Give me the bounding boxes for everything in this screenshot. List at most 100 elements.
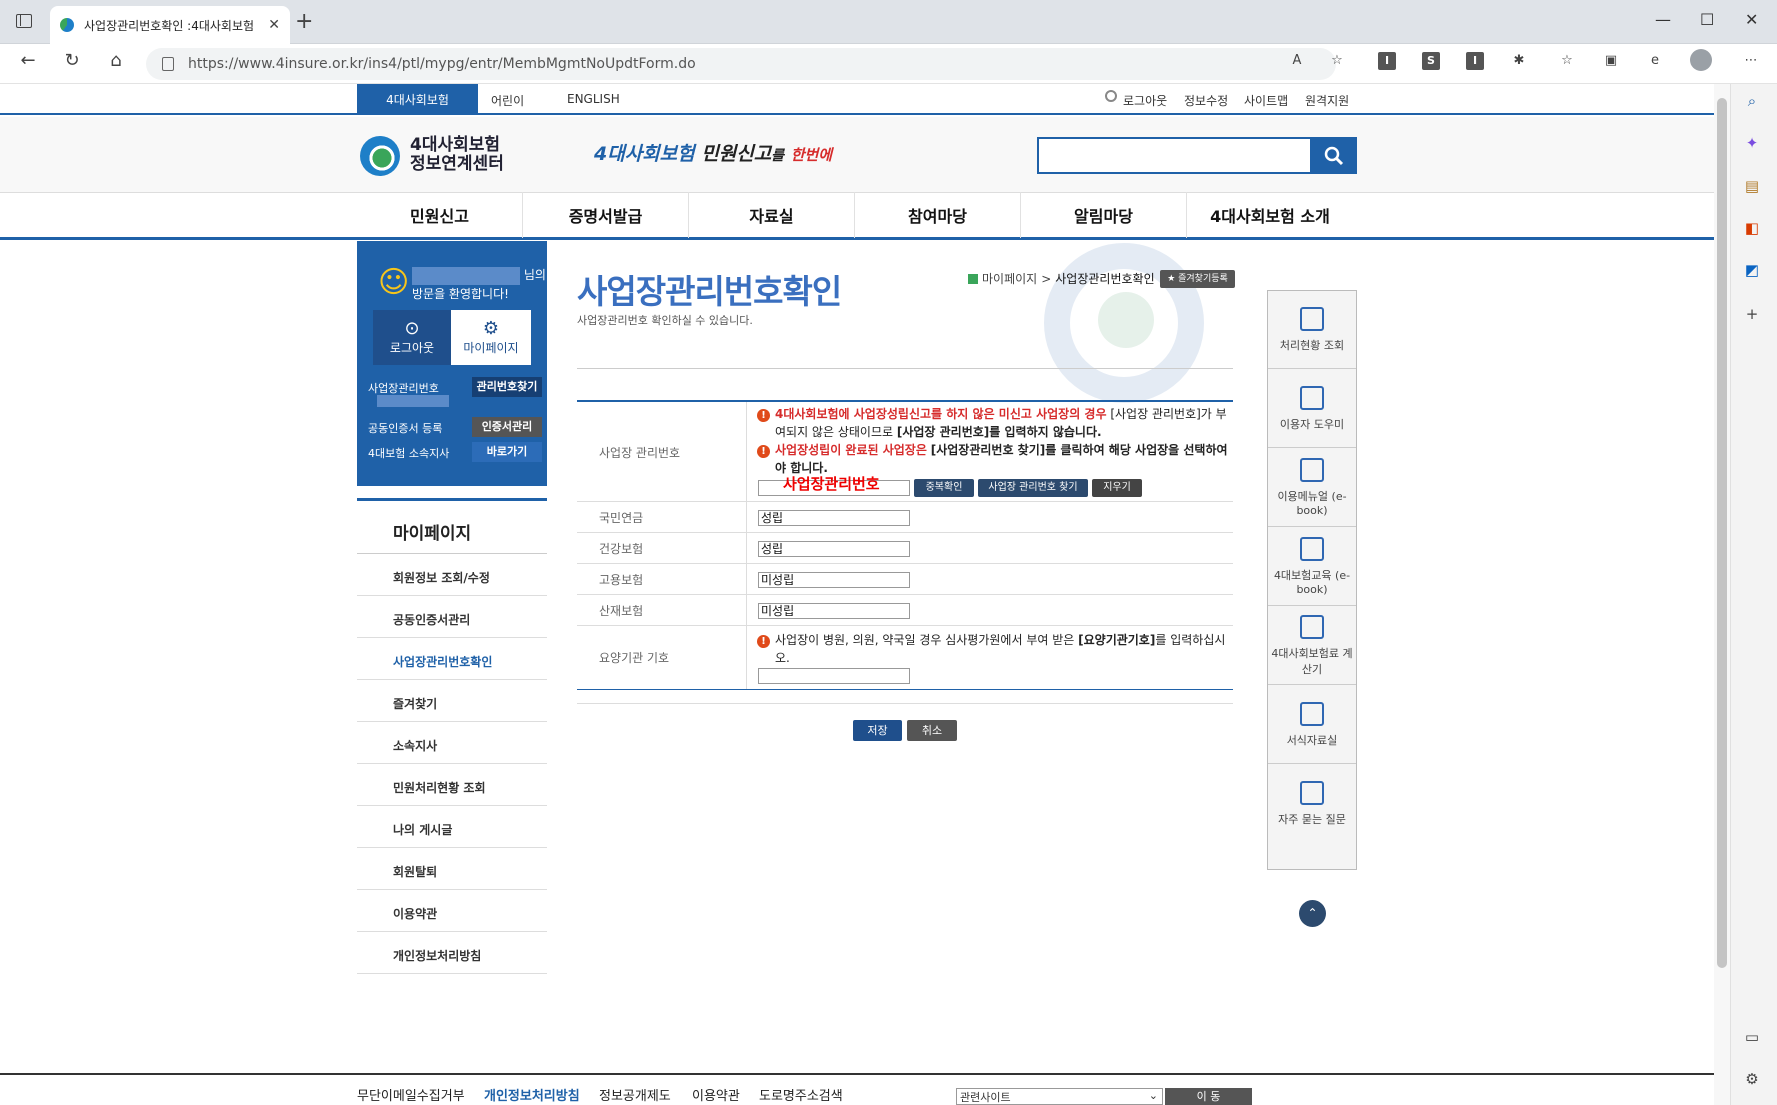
- copilot-icon[interactable]: ✦: [1741, 132, 1763, 154]
- slogan: 4대사회보험 민원신고를 한번에: [594, 139, 832, 166]
- watermark-center: [1098, 292, 1154, 348]
- dup-check-button[interactable]: 중복확인: [914, 479, 974, 497]
- breadcrumb-home-icon[interactable]: [968, 273, 978, 284]
- office-icon[interactable]: ◧: [1741, 217, 1763, 239]
- footer-link-terms[interactable]: 이용약관: [692, 1085, 740, 1104]
- extension-i2-icon[interactable]: I: [1466, 52, 1484, 70]
- footer-link-disclosure[interactable]: 정보공개제도: [599, 1085, 671, 1104]
- lnb-item-privacy[interactable]: 개인정보처리방침: [357, 932, 547, 974]
- lnb-item-bizno[interactable]: 사업장관리번호확인: [357, 638, 547, 680]
- breadcrumb-separator: >: [1041, 271, 1052, 286]
- tab-actions-icon[interactable]: [16, 14, 32, 28]
- util-logout-link[interactable]: 로그아웃: [1123, 92, 1167, 109]
- cancel-button[interactable]: 취소: [907, 720, 957, 741]
- add-favorite-button[interactable]: ★ 즐겨찾기등록: [1160, 270, 1235, 288]
- employment-field[interactable]: 미성립: [758, 572, 910, 588]
- more-icon[interactable]: ⋯: [1742, 52, 1760, 70]
- site-search-button[interactable]: [1310, 137, 1357, 174]
- back-icon[interactable]: ←: [16, 50, 40, 71]
- lnb-item-withdraw[interactable]: 회원탈퇴: [357, 848, 547, 890]
- tools-icon[interactable]: ▤: [1741, 175, 1763, 197]
- go-button[interactable]: 이 동: [1165, 1088, 1252, 1105]
- cert-manage-button[interactable]: 인증서관리: [472, 417, 542, 437]
- quick-faq[interactable]: 자주 묻는 질문: [1268, 765, 1356, 843]
- extensions-icon[interactable]: ✱: [1510, 52, 1528, 70]
- outlook-icon[interactable]: ◩: [1741, 259, 1763, 281]
- url-field[interactable]: https://www.4insure.or.kr/ins4/ptl/mypg/…: [146, 48, 1336, 80]
- brand-tab[interactable]: 4대사회보험: [357, 84, 478, 115]
- masked-username: [412, 266, 520, 285]
- close-window-button[interactable]: ✕: [1745, 10, 1758, 29]
- edge-bar-icon[interactable]: e: [1646, 52, 1664, 70]
- find-bizno-button[interactable]: 관리번호찾기: [472, 377, 542, 397]
- accident-field[interactable]: 미성립: [758, 603, 910, 619]
- lnb-item-favorites[interactable]: 즐겨찾기: [357, 680, 547, 722]
- extension-i-icon[interactable]: I: [1378, 52, 1396, 70]
- gnb-item-civil[interactable]: 민원신고: [357, 192, 523, 238]
- home-icon[interactable]: ⌂: [104, 50, 128, 71]
- gnb-item-notice[interactable]: 알림마당: [1021, 192, 1187, 238]
- lnb-item-status[interactable]: 민원처리현황 조회: [357, 764, 547, 806]
- settings-icon[interactable]: ⚙: [1741, 1068, 1763, 1090]
- related-sites-select[interactable]: 관련사이트 ⌄: [956, 1088, 1163, 1105]
- footer-link-privacy[interactable]: 개인정보처리방침: [484, 1085, 580, 1104]
- save-button[interactable]: 저장: [853, 720, 902, 741]
- english-link[interactable]: ENGLISH: [567, 92, 620, 106]
- search-icon[interactable]: ⌕: [1741, 90, 1763, 112]
- medical-code-input[interactable]: [758, 668, 910, 684]
- breadcrumb-mypage[interactable]: 마이페이지: [982, 270, 1037, 287]
- box-mypage-label: 마이페이지: [463, 341, 519, 355]
- footer-link-email[interactable]: 무단이메일수집거부: [357, 1085, 465, 1104]
- lnb-item-branch[interactable]: 소속지사: [357, 722, 547, 764]
- lnb-item-cert[interactable]: 공동인증서관리: [357, 596, 547, 638]
- pension-field[interactable]: 성립: [758, 510, 910, 526]
- clear-button[interactable]: 지우기: [1092, 479, 1142, 497]
- favorite-add-icon[interactable]: ☆: [1328, 52, 1346, 70]
- quick-calculator[interactable]: 4대사회보험료 계산기: [1268, 607, 1356, 685]
- scroll-thumb[interactable]: [1717, 98, 1727, 968]
- tab-close-icon[interactable]: ✕: [268, 17, 280, 33]
- gnb-item-certificate[interactable]: 증명서발급: [523, 192, 689, 238]
- branch-go-button[interactable]: 바로가기: [472, 442, 542, 462]
- find-bizno-form-button[interactable]: 사업장 관리번호 찾기: [978, 479, 1088, 497]
- read-aloud-icon[interactable]: A: [1288, 52, 1306, 70]
- quick-status[interactable]: 처리현황 조회: [1268, 291, 1356, 369]
- scroll-top-button[interactable]: ⌃: [1299, 900, 1326, 927]
- quick-education-label: 4대보험교육 (e-book): [1273, 569, 1351, 596]
- gnb-item-resources[interactable]: 자료실: [689, 192, 855, 238]
- kids-link[interactable]: 어린이: [491, 92, 524, 109]
- page-scrollbar[interactable]: [1714, 84, 1730, 1105]
- edit-info-link[interactable]: 정보수정: [1184, 92, 1228, 109]
- sitemap-link[interactable]: 사이트맵: [1244, 92, 1288, 109]
- remote-support-link[interactable]: 원격지원: [1305, 92, 1349, 109]
- browser-tab[interactable]: 사업장관리번호확인 :4대사회보험 ✕: [50, 6, 290, 44]
- add-icon[interactable]: +: [1741, 303, 1763, 325]
- maximize-button[interactable]: ☐: [1700, 10, 1714, 29]
- lnb-item-member-info[interactable]: 회원정보 조회/수정: [357, 554, 547, 596]
- footer-link-address[interactable]: 도로명주소검색: [759, 1085, 843, 1104]
- quick-forms[interactable]: 서식자료실: [1268, 686, 1356, 764]
- quick-help[interactable]: 이용자 도우미: [1268, 370, 1356, 448]
- collections-icon[interactable]: ▣: [1602, 52, 1620, 70]
- lnb-item-my-posts[interactable]: 나의 게시글: [357, 806, 547, 848]
- new-tab-button[interactable]: +: [295, 11, 313, 33]
- lnb-item-terms[interactable]: 이용약관: [357, 890, 547, 932]
- site-search-input[interactable]: [1037, 137, 1357, 174]
- extension-s-icon[interactable]: S: [1422, 52, 1440, 70]
- minimize-button[interactable]: —: [1655, 10, 1671, 29]
- profile-icon[interactable]: [1690, 49, 1712, 71]
- logo-icon[interactable]: [360, 136, 400, 176]
- gnb-item-about[interactable]: 4대사회보험 소개: [1187, 192, 1353, 238]
- favorites-icon[interactable]: ☆: [1558, 52, 1576, 70]
- lock-icon: [162, 57, 174, 71]
- health-field[interactable]: 성립: [758, 541, 910, 557]
- warning-1-red: 4대사회보험에 사업장성립신고를 하지 않은 미신고 사업장의 경우: [775, 407, 1107, 421]
- refresh-icon[interactable]: ↻: [60, 50, 84, 71]
- quick-education[interactable]: 4대보험교육 (e-book): [1268, 528, 1356, 606]
- box-logout-button[interactable]: ⊙ 로그아웃: [373, 310, 451, 365]
- quick-manual[interactable]: 이용메뉴얼 (e-book): [1268, 449, 1356, 527]
- gnb-item-participation[interactable]: 참여마당: [855, 192, 1021, 238]
- sidebar-layout-icon[interactable]: ▭: [1741, 1026, 1763, 1048]
- box-mypage-button[interactable]: ⚙ 마이페이지: [451, 310, 531, 365]
- site-logo[interactable]: 4대사회보험 정보연계센터: [410, 136, 504, 174]
